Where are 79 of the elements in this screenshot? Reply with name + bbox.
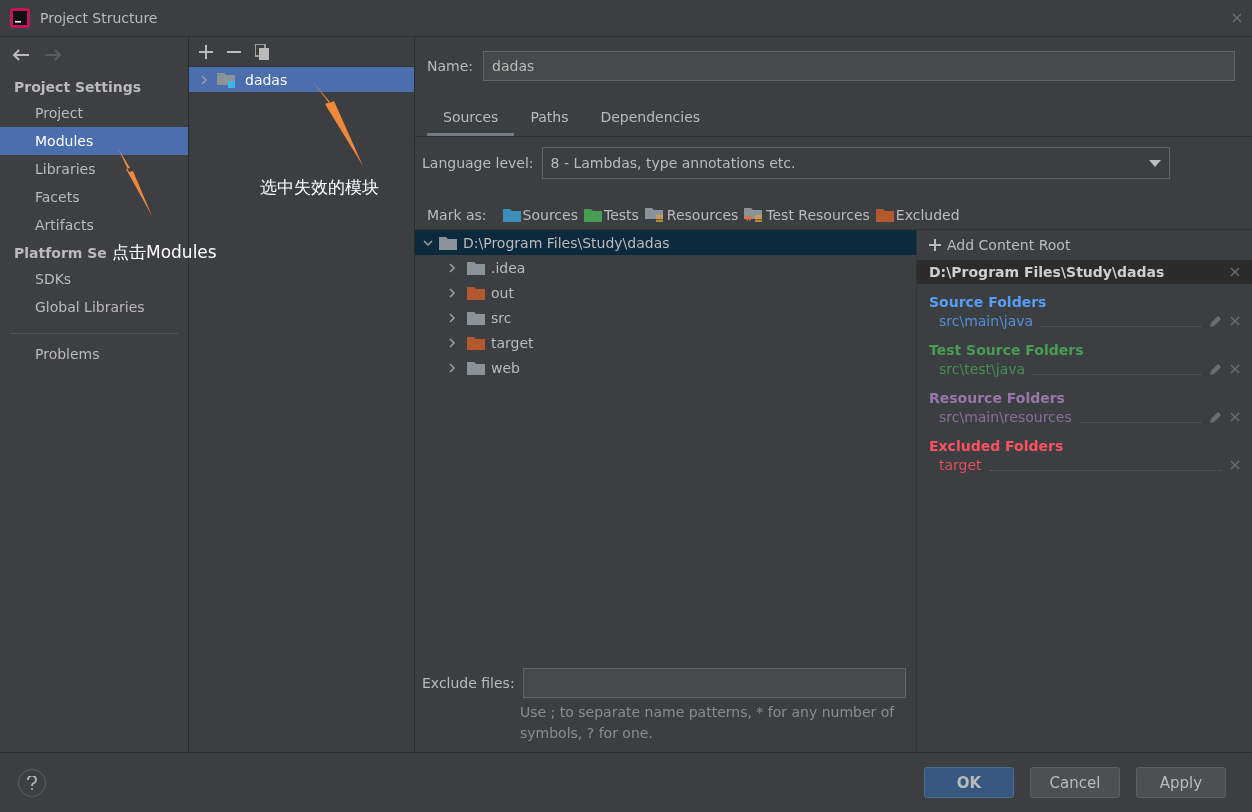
help-icon (27, 775, 37, 790)
mark-as-option[interactable]: Resources (666, 207, 739, 223)
tree-row[interactable]: D:\Program Files\Study\dadas (415, 230, 916, 255)
sidebar-item[interactable]: Artifacts (0, 211, 188, 239)
content-root-path: D:\Program Files\Study\dadas (929, 264, 1165, 280)
edit-icon[interactable] (1209, 410, 1222, 424)
folder-icon (439, 235, 457, 250)
sidebar-item[interactable]: Global Libraries (0, 293, 188, 321)
folder-group-title: Excluded Folders (928, 437, 1065, 454)
dialog-button[interactable]: Apply (1136, 767, 1226, 798)
mark-as-label: Mark as: (427, 207, 487, 223)
add-content-root-link[interactable]: Add Content Root (947, 237, 1071, 253)
close-icon[interactable] (1230, 412, 1240, 422)
folder-icon (467, 335, 485, 350)
resource-folder-icon (644, 207, 665, 223)
module-row[interactable]: dadas (189, 67, 414, 92)
module-name: dadas (245, 71, 288, 88)
folder-path: src\test\java (939, 361, 1026, 377)
language-level-label: Language level: (422, 155, 534, 171)
copy-icon[interactable] (255, 43, 269, 60)
folder-group-title: Resource Folders (928, 389, 1066, 406)
close-icon[interactable] (1230, 460, 1240, 470)
tree-label[interactable]: web (491, 359, 520, 376)
folder-group-title: Source Folders (928, 293, 1048, 310)
dropdown-arrow-icon (1149, 159, 1161, 167)
folder-icon (467, 285, 485, 300)
folder-icon (875, 208, 894, 222)
close-icon[interactable] (1230, 316, 1240, 326)
tree-label[interactable]: out (491, 284, 514, 301)
tree-label[interactable]: src (491, 309, 512, 326)
window-title: Project Structure (40, 10, 159, 26)
sidebar-item[interactable]: Project (0, 99, 188, 127)
mark-as-option[interactable]: Test Resources (766, 207, 870, 223)
folder-icon (467, 310, 485, 325)
folder-icon (467, 360, 485, 375)
edit-icon[interactable] (1209, 314, 1222, 328)
exclude-files-hint: Use ; to separate name patterns, * for any number of symbols, ? for one. (519, 703, 896, 743)
exclude-files-label: Exclude files: (422, 675, 515, 691)
tree-label: D:\Program Files\Study\dadas (463, 234, 670, 251)
dialog-button[interactable]: OK (924, 767, 1014, 798)
sidebar-item[interactable]: Facets (0, 183, 188, 211)
sidebar-item[interactable]: Problems (0, 340, 188, 368)
folder-icon (502, 208, 521, 222)
tree-label[interactable]: .idea (491, 259, 526, 276)
mark-as-option[interactable]: Tests (603, 207, 639, 223)
tree-label[interactable]: target (491, 334, 534, 351)
mark-as-option[interactable]: Excluded (895, 207, 960, 223)
dialog-button[interactable]: Cancel (1030, 767, 1120, 798)
sidebar-item[interactable]: Modules (0, 127, 188, 155)
folder-path: target (939, 457, 982, 473)
name-field[interactable]: dadas (483, 51, 1235, 81)
back-arrow-icon[interactable] (12, 48, 30, 62)
app-logo-icon (10, 8, 30, 28)
folder-icon (583, 208, 602, 222)
language-level-dropdown[interactable]: 8 - Lambdas, type annotations etc. (541, 147, 1170, 179)
annotation-text: 点击Modules (112, 241, 217, 264)
close-icon[interactable] (1232, 13, 1242, 23)
sidebar-item[interactable]: SDKs (0, 265, 188, 293)
folder-icon (467, 260, 485, 275)
sidebar-group-title: Platform Se (14, 244, 107, 263)
sidebar-group-title: Project Settings (14, 78, 142, 97)
annotation-text: 选中失效的模块 (260, 176, 379, 199)
folder-path: src\main\resources (939, 409, 1072, 425)
resource-folder-icon (744, 207, 765, 223)
folder-group-title: Test Source Folders (928, 341, 1085, 358)
edit-icon[interactable] (1209, 362, 1222, 376)
exclude-files-field[interactable] (522, 668, 906, 698)
sidebar-item[interactable]: Libraries (0, 155, 188, 183)
tab[interactable]: Dependencies (584, 103, 717, 136)
folder-path: src\main\java (939, 313, 1034, 329)
mark-as-option[interactable]: Sources (522, 207, 578, 223)
close-icon[interactable] (1230, 267, 1240, 277)
add-icon[interactable] (929, 239, 941, 251)
add-icon[interactable] (199, 44, 213, 59)
module-folder-icon (217, 71, 237, 88)
tab[interactable]: Paths (514, 103, 585, 136)
tab[interactable]: Sources (427, 103, 515, 136)
close-icon[interactable] (1230, 364, 1240, 374)
name-label: Name: (427, 58, 474, 74)
